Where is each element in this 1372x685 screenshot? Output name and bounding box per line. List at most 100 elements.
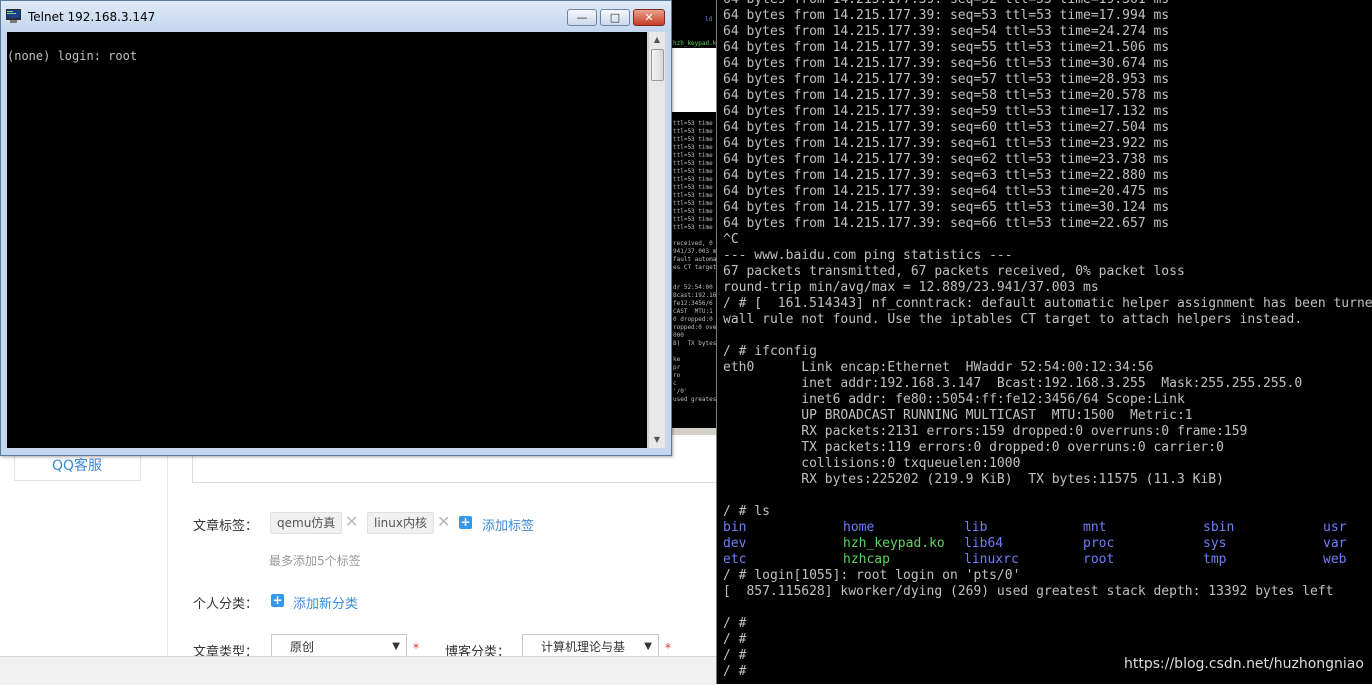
plus-icon[interactable]: + bbox=[271, 594, 284, 607]
serial-terminal[interactable]: 64 bytes from 14.215.177.39: seq=52 ttl=… bbox=[716, 0, 1372, 684]
mid-line: ttl=53 time bbox=[673, 216, 713, 223]
mid-line: ke bbox=[673, 356, 681, 363]
terminal-line: 64 bytes from 14.215.177.39: seq=55 ttl=… bbox=[723, 40, 1170, 55]
terminal-line: [ 857.115628] kworker/dying (269) used g… bbox=[723, 584, 1334, 599]
blog-category-select[interactable]: 计算机理论与基 ▼ bbox=[522, 634, 659, 658]
article-type-value: 原创 bbox=[290, 640, 315, 654]
terminal-line: 64 bytes from 14.215.177.39: seq=63 ttl=… bbox=[723, 168, 1170, 183]
divider bbox=[167, 448, 168, 658]
article-type-select[interactable]: 原创 ▼ bbox=[271, 634, 407, 658]
terminal-line: UP BROADCAST RUNNING MULTICAST MTU:1500 … bbox=[723, 408, 1193, 423]
mid-line: CAST MTU:1 bbox=[673, 308, 713, 315]
terminal-line: eth0 Link encap:Ethernet HWaddr 52:54:00… bbox=[723, 360, 1154, 375]
terminal-line: / # login[1055]: root login on 'pts/0' bbox=[723, 568, 1021, 583]
scroll-thumb[interactable] bbox=[651, 49, 664, 81]
mid-line: ttl=53 time bbox=[673, 200, 713, 207]
add-category-button[interactable]: 添加新分类 bbox=[293, 593, 358, 612]
mid-line: ttl=53 time bbox=[673, 176, 713, 183]
title-bar[interactable]: Telnet 192.168.3.147 — □ ✕ bbox=[1, 1, 671, 31]
terminal-line: ^C bbox=[723, 232, 739, 247]
remove-tag-icon[interactable]: ✕ bbox=[437, 512, 450, 531]
maximize-button[interactable]: □ bbox=[600, 9, 630, 26]
ls-dir-entry: home bbox=[843, 520, 875, 535]
mid-line: ttl=53 time bbox=[673, 128, 713, 135]
ls-dir-entry: sbin bbox=[1203, 520, 1235, 535]
minimize-button[interactable]: — bbox=[567, 9, 597, 26]
mid-tail-lines: ke pr ro c '/0' used greatest bbox=[673, 356, 717, 404]
mid-line: ttl=53 time bbox=[673, 144, 713, 151]
tag-hint: 最多添加5个标签 bbox=[269, 554, 361, 568]
terminal-line: 64 bytes from 14.215.177.39: seq=61 ttl=… bbox=[723, 136, 1170, 151]
terminal-line: RX bytes:225202 (219.9 KiB) TX bytes:115… bbox=[723, 472, 1224, 487]
remove-tag-icon[interactable]: ✕ bbox=[345, 512, 358, 531]
telnet-window[interactable]: Telnet 192.168.3.147 — □ ✕ (none) login:… bbox=[0, 0, 672, 456]
terminal-line: / # [ 161.514343] nf_conntrack: default … bbox=[723, 296, 1372, 311]
mid-line: hzh_keypad.ko li bbox=[673, 40, 717, 47]
customer-service-link[interactable]: QQ客服 bbox=[52, 455, 102, 475]
tag-chip-linux[interactable]: linux内核 bbox=[367, 512, 434, 534]
tags-label: 文章标签： bbox=[193, 519, 259, 534]
terminal-line: / # ifconfig bbox=[723, 344, 817, 359]
terminal-line: inet6 addr: fe80::5054:ff:fe12:3456/64 S… bbox=[723, 392, 1185, 407]
add-tag-button[interactable]: 添加标签 bbox=[482, 515, 534, 534]
mid-line: 941/37.003 m bbox=[673, 248, 717, 255]
scroll-down-icon[interactable]: ▼ bbox=[649, 432, 665, 448]
ls-dir-entry: linuxrc bbox=[964, 552, 1019, 567]
ls-dir-entry: sys bbox=[1203, 536, 1227, 551]
mid-ping-lines: ttl=53 time ttl=53 time ttl=53 time ttl=53 … bbox=[673, 120, 713, 232]
plus-icon[interactable]: + bbox=[459, 516, 472, 529]
terminal-line: 64 bytes from 14.215.177.39: seq=53 ttl=… bbox=[723, 8, 1170, 23]
mid-stats-lines: received, 0 941/37.003 m fault automa es CT… bbox=[673, 240, 716, 272]
terminal-line: 64 bytes from 14.215.177.39: seq=60 ttl=… bbox=[723, 120, 1170, 135]
close-button[interactable]: ✕ bbox=[633, 9, 665, 26]
terminal-line: TX packets:119 errors:0 dropped:0 overru… bbox=[723, 440, 1224, 455]
terminal-line: collisions:0 txqueuelen:1000 bbox=[723, 456, 1021, 471]
ls-dir-entry: web bbox=[1323, 552, 1347, 567]
window-title: Telnet 192.168.3.147 bbox=[28, 10, 156, 24]
terminal-line: / # ls bbox=[723, 504, 770, 519]
mid-line: pr bbox=[673, 364, 681, 371]
terminal-output: 64 bytes from 14.215.177.39: seq=52 ttl=… bbox=[723, 0, 1372, 520]
terminal-line: 64 bytes from 14.215.177.39: seq=65 ttl=… bbox=[723, 200, 1170, 215]
terminal-line: 64 bytes from 14.215.177.39: seq=66 ttl=… bbox=[723, 216, 1170, 231]
ls-dir-entry: lib64 bbox=[964, 536, 1004, 551]
terminal-line: / # bbox=[723, 616, 747, 631]
mid-line: ttl=53 time bbox=[673, 160, 713, 167]
mid-white-block bbox=[672, 48, 717, 112]
terminal-line: / # bbox=[723, 632, 747, 647]
background-terminal-window: ld hzh_keypad.ko li li ttl=53 timettl=53… bbox=[672, 0, 717, 435]
mid-line: es CT target bbox=[673, 264, 717, 271]
terminal-line: 64 bytes from 14.215.177.39: seq=54 ttl=… bbox=[723, 24, 1170, 39]
ls-row: bin home lib mnt sbin usr bbox=[723, 520, 1372, 536]
terminal-line: 64 bytes from 14.215.177.39: seq=64 ttl=… bbox=[723, 184, 1170, 199]
ls-row: etc hzhcap linuxrc root tmp web bbox=[723, 552, 1372, 568]
telnet-app-icon bbox=[6, 9, 21, 23]
ls-dir-entry: mnt bbox=[1083, 520, 1107, 535]
mid-line: ttl=53 time bbox=[673, 184, 713, 191]
vertical-scrollbar[interactable]: ▲ ▼ bbox=[648, 32, 665, 448]
tag-chip-qemu[interactable]: qemu仿真 bbox=[270, 512, 343, 534]
mid-line: received, 0 bbox=[673, 240, 713, 247]
mid-line: ttl=53 time bbox=[673, 168, 713, 175]
mid-line: Bcast:192.16 bbox=[673, 292, 717, 299]
mid-line: ttl=53 time bbox=[673, 224, 713, 231]
terminal-line: 64 bytes from 14.215.177.39: seq=62 ttl=… bbox=[723, 152, 1170, 167]
telnet-console[interactable]: (none) login: root bbox=[7, 32, 647, 448]
console-line: (none) login: root bbox=[7, 49, 138, 63]
terminal-line: --- www.baidu.com ping statistics --- bbox=[723, 248, 1013, 263]
mid-line: 000 bbox=[673, 332, 684, 339]
scroll-up-icon[interactable]: ▲ bbox=[649, 32, 665, 48]
ls-dir-entry: proc bbox=[1083, 536, 1115, 551]
terminal-line: 64 bytes from 14.215.177.39: seq=58 ttl=… bbox=[723, 88, 1170, 103]
browser-status-bar bbox=[0, 656, 716, 685]
mid-line: ttl=53 time bbox=[673, 208, 713, 215]
ls-dir-entry: usr bbox=[1323, 520, 1347, 535]
terminal-line: 64 bytes from 14.215.177.39: seq=57 ttl=… bbox=[723, 72, 1170, 87]
category-label: 个人分类： bbox=[193, 597, 259, 612]
horizontal-scrollbar[interactable] bbox=[672, 428, 717, 435]
mid-line: dr 52:54:00 bbox=[673, 284, 713, 291]
terminal-line: RX packets:2131 errors:159 dropped:0 ove… bbox=[723, 424, 1248, 439]
